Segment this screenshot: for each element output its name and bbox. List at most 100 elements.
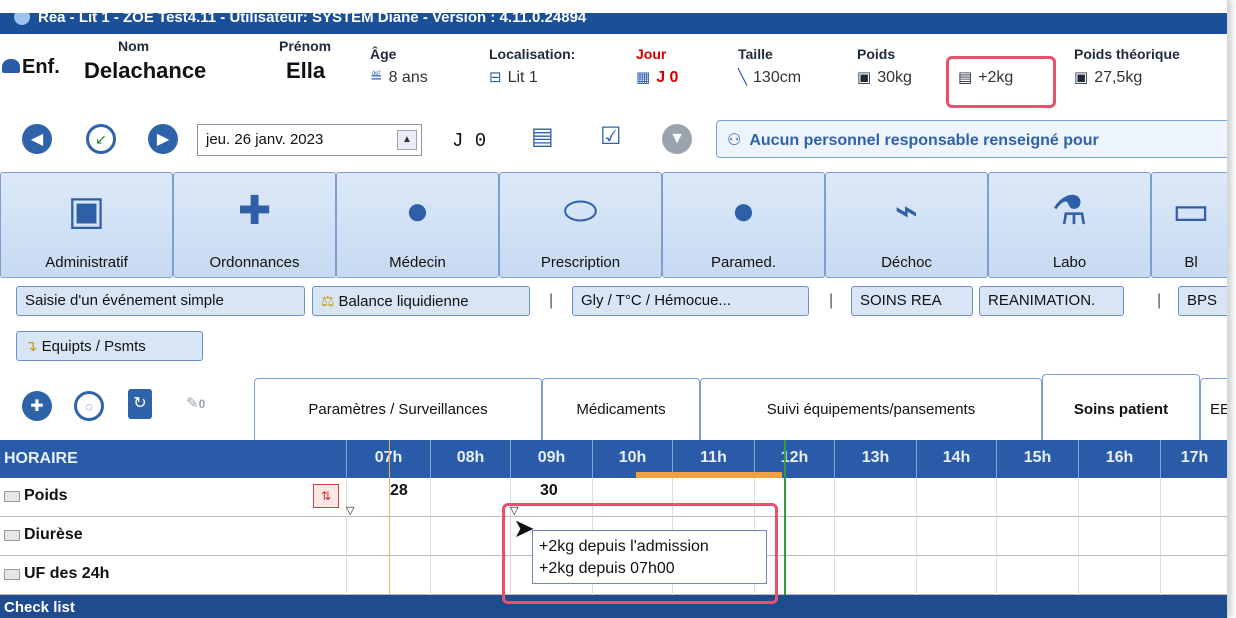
nom-label: Nom xyxy=(118,38,150,54)
tab-suivi-equipements[interactable]: Suivi équipements/pansements xyxy=(700,378,1042,440)
pin-counter[interactable]: ✎0 xyxy=(186,394,205,412)
cake-icon: ≝ xyxy=(370,69,383,86)
window-title: Rea - Lit 1 - ZOE Test4.11 - Utilisateur… xyxy=(38,8,587,26)
tab-row: ✚ ◌ ↻ ✎0 Paramètres / Surveillances Médi… xyxy=(0,372,1227,440)
poids-label: Poids xyxy=(857,46,896,62)
checklist-icon[interactable]: ☑ xyxy=(600,122,622,151)
saisie-evenement-button[interactable]: Saisie d'un événement simple xyxy=(16,286,305,316)
date-picker[interactable]: jeu. 26 janv. 2023 ▲ xyxy=(197,124,422,156)
module-medecin[interactable]: ● Médecin xyxy=(336,172,499,278)
module-bl[interactable]: ▭ Bl xyxy=(1151,172,1227,278)
app-icon xyxy=(14,13,30,25)
reanimation-button[interactable]: REANIMATION. xyxy=(979,286,1124,316)
separator: | xyxy=(829,292,834,309)
child-icon xyxy=(2,59,20,73)
bed-icon: ⊟ xyxy=(489,69,502,86)
grid-line xyxy=(834,478,835,598)
app-window: Rea - Lit 1 - ZOE Test4.11 - Utilisateur… xyxy=(0,0,1228,618)
poids-theo-label: Poids théorique xyxy=(1074,46,1180,62)
medical-cross-icon: ✚ xyxy=(237,189,272,233)
swap-icon[interactable]: ⇅ xyxy=(313,484,339,508)
comment-button[interactable]: ◌ xyxy=(74,391,104,421)
calendar-icon: ▦ xyxy=(636,69,651,86)
jour-label: Jour xyxy=(636,46,667,62)
gly-button[interactable]: Gly / T°C / Hémocue... xyxy=(572,286,809,316)
poids-theo-field: ▣ 27,5kg xyxy=(1074,69,1143,86)
refresh-icon: ↻ xyxy=(133,395,147,412)
module-dechoc[interactable]: ⌁ Déchoc xyxy=(825,172,988,278)
poids-value-07h[interactable]: 28 xyxy=(390,482,408,500)
module-prescription[interactable]: ⬭ Prescription xyxy=(499,172,662,278)
grid-line xyxy=(430,478,431,598)
document-icon[interactable]: ▤ xyxy=(531,122,554,151)
localisation-field: ⊟ Lit 1 xyxy=(489,69,538,86)
nurse-icon: ● xyxy=(731,189,756,233)
add-button[interactable]: ✚ xyxy=(22,391,52,421)
taille-label: Taille xyxy=(738,46,773,62)
bps-button[interactable]: BPS xyxy=(1178,286,1227,316)
grid-line xyxy=(996,478,997,598)
poids-field: ▣ 30kg xyxy=(857,69,912,86)
doctor-icon: ● xyxy=(405,189,430,233)
folder-icon xyxy=(4,569,20,580)
day-indicator: J 0 xyxy=(452,130,487,152)
pill-icon: ⬭ xyxy=(563,189,598,233)
grid-line xyxy=(346,478,347,598)
ruler-icon: ╲ xyxy=(738,69,748,86)
current-time-line xyxy=(784,440,786,618)
staff-icon: ⚇ xyxy=(727,132,742,149)
download-button[interactable]: ▼ xyxy=(662,124,692,154)
module-administratif[interactable]: ▣ Administratif xyxy=(0,172,173,278)
hour-column: 16h xyxy=(1078,440,1160,478)
clipboard-icon: ▣ xyxy=(67,189,106,233)
prenom-label: Prénom xyxy=(279,38,332,54)
clock-return-icon: ↙ xyxy=(95,130,107,147)
equipment-icon: ↴ xyxy=(25,338,38,355)
module-ordonnances[interactable]: ✚ Ordonnances xyxy=(173,172,336,278)
hour-column: 15h xyxy=(996,440,1078,478)
age-field: ≝ 8 ans xyxy=(370,69,428,86)
balance-icon: ⚖ xyxy=(321,293,335,310)
grid-line xyxy=(1078,478,1079,598)
hour-column: 17h xyxy=(1160,440,1227,478)
chart-line-icon: ⌁ xyxy=(894,189,919,233)
hour-column: 13h xyxy=(834,440,916,478)
tab-parametres-surveillances[interactable]: Paramètres / Surveillances xyxy=(254,378,542,440)
speech-bubble-icon: ◌ xyxy=(85,398,93,414)
next-day-button[interactable]: ▶ xyxy=(148,124,178,154)
monitor-icon: ▭ xyxy=(1172,189,1210,233)
tab-medicaments[interactable]: Médicaments xyxy=(542,378,700,440)
patient-type: Enf. xyxy=(2,56,60,79)
microscope-icon: ⚗ xyxy=(1051,189,1088,233)
tab-soins-patient[interactable]: Soins patient xyxy=(1042,374,1200,440)
weight-icon: ▣ xyxy=(1074,69,1089,86)
previous-day-button[interactable]: ◀ xyxy=(22,124,52,154)
patient-nom: Delachance xyxy=(84,58,207,83)
module-labo[interactable]: ⚗ Labo xyxy=(988,172,1151,278)
soins-rea-button[interactable]: SOINS REA xyxy=(851,286,973,316)
equipts-psmts-button[interactable]: ↴ Equipts / Psmts xyxy=(16,331,203,361)
hour-column: 08h xyxy=(430,440,510,478)
weight-tooltip: +2kg depuis l'admission +2kg depuis 07h0… xyxy=(532,530,767,584)
grid-line xyxy=(1160,478,1161,598)
poids-value-09h[interactable]: 30 xyxy=(540,482,558,500)
tooltip-line-1: +2kg depuis l'admission xyxy=(539,538,709,555)
arrow-left-icon: ◀ xyxy=(30,131,44,148)
patient-prenom: Ella xyxy=(286,58,326,83)
grid-line xyxy=(916,478,917,598)
module-bar: ▣ Administratif ✚ Ordonnances ● Médecin … xyxy=(0,172,1227,278)
hour-column: 09h xyxy=(510,440,592,478)
jour-field: ▦ J 0 xyxy=(636,69,679,86)
separator: | xyxy=(549,292,554,309)
age-label: Âge xyxy=(370,46,397,62)
tab-ee[interactable]: EE xyxy=(1200,378,1227,440)
refresh-button[interactable]: ↻ xyxy=(128,389,152,419)
responsible-staff-bar[interactable]: ⚇ Aucun personnel responsable renseigné p… xyxy=(716,120,1227,158)
grid-header: HORAIRE 07h 08h 09h 10h 11h 12h 13h 14h … xyxy=(0,440,1227,478)
module-paramed[interactable]: ● Paramed. xyxy=(662,172,825,278)
date-value: jeu. 26 janv. 2023 xyxy=(206,131,324,148)
delta-poids-highlight xyxy=(946,56,1056,108)
balance-liquidienne-button[interactable]: ⚖ Balance liquidienne xyxy=(312,286,530,316)
date-dropdown-button[interactable]: ▲ xyxy=(397,130,417,150)
current-time-button[interactable]: ↙ xyxy=(86,124,116,154)
